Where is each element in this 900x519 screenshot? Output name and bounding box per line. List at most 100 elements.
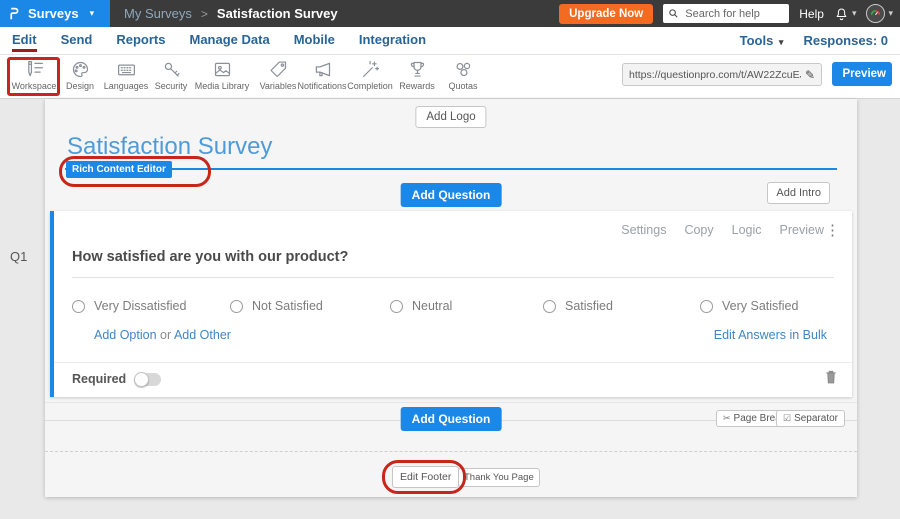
add-option-link[interactable]: Add Option xyxy=(94,328,157,342)
edit-answers-in-bulk-link[interactable]: Edit Answers in Bulk xyxy=(714,328,827,342)
add-other-link[interactable]: Add Other xyxy=(174,328,231,342)
title-divider xyxy=(65,168,837,170)
question-more-menu-icon[interactable]: ⋮ xyxy=(821,221,844,239)
answer-option: Not Satisfied xyxy=(230,299,323,313)
menu-bar-right: Tools ▾ Responses: 0 xyxy=(740,33,888,48)
chevron-down-icon: ▾ xyxy=(852,9,857,18)
radio-icon[interactable] xyxy=(72,300,85,313)
question-footer-divider xyxy=(54,362,852,363)
help-link[interactable]: Help xyxy=(799,7,824,21)
chevron-down-icon: ▾ xyxy=(888,9,893,18)
radio-icon[interactable] xyxy=(700,300,713,313)
active-tab-indicator xyxy=(12,49,37,52)
gauge-avatar-icon xyxy=(869,7,882,20)
answer-option: Very Satisfied xyxy=(700,299,798,313)
question-text-underline xyxy=(72,277,834,278)
eye-icon xyxy=(838,69,839,79)
tab-integration[interactable]: Integration xyxy=(359,28,426,53)
answer-option-label[interactable]: Very Dissatisfied xyxy=(94,299,186,313)
edit-footer-button[interactable]: Edit Footer xyxy=(392,466,459,488)
question-logic-button[interactable]: Logic xyxy=(732,223,762,237)
questionpro-survey-editor: Surveys ▾ My Surveys > Satisfaction Surv… xyxy=(0,0,900,519)
survey-title[interactable]: Satisfaction Survey xyxy=(67,133,272,161)
radio-icon[interactable] xyxy=(543,300,556,313)
brand-label: Surveys xyxy=(28,6,79,21)
required-row: Required xyxy=(72,372,161,386)
question-settings-button[interactable]: Settings xyxy=(621,223,666,237)
key-icon xyxy=(161,59,182,80)
tab-edit[interactable]: Edit xyxy=(12,28,37,53)
answer-option-label[interactable]: Satisfied xyxy=(565,299,613,313)
required-label: Required xyxy=(72,372,126,386)
tab-manage-data[interactable]: Manage Data xyxy=(189,28,269,53)
responses-count[interactable]: Responses: 0 xyxy=(803,33,888,48)
question-copy-button[interactable]: Copy xyxy=(684,223,713,237)
help-search-input[interactable] xyxy=(683,7,784,21)
chevron-down-icon: ▾ xyxy=(779,37,784,47)
tab-reports[interactable]: Reports xyxy=(116,28,165,53)
footer-dashed-divider xyxy=(45,451,857,452)
help-search-box[interactable] xyxy=(663,4,789,23)
or-text: or xyxy=(160,328,171,342)
product-switcher[interactable]: Surveys ▾ xyxy=(0,0,110,27)
toggle-knob xyxy=(134,372,149,387)
search-icon xyxy=(668,8,679,19)
scissors-icon: ✂ xyxy=(723,413,731,424)
separator-button[interactable]: ☑ Separator xyxy=(776,410,845,427)
questionpro-logo-icon xyxy=(8,5,21,22)
magic-wand-icon xyxy=(360,59,381,80)
survey-url-field[interactable]: https://questionpro.com/t/AW22ZcuEJ ✎ xyxy=(622,63,822,86)
answer-option-label[interactable]: Neutral xyxy=(412,299,452,313)
answer-option: Very Dissatisfied xyxy=(72,299,186,313)
add-question-button-top[interactable]: Add Question xyxy=(401,183,502,207)
add-logo-button[interactable]: Add Logo xyxy=(415,106,486,128)
add-intro-button[interactable]: Add Intro xyxy=(767,182,830,204)
chain-icon xyxy=(453,59,474,80)
preview-button-label: Preview xyxy=(843,68,886,80)
checkbox-icon: ☑ xyxy=(783,413,791,424)
thank-you-page-button[interactable]: Thank You Page xyxy=(458,468,540,487)
breadcrumb-my-surveys[interactable]: My Surveys xyxy=(124,6,192,21)
image-icon xyxy=(212,59,233,80)
rich-content-editor-tooltip[interactable]: Rich Content Editor xyxy=(66,161,172,178)
toolbar-item-quotas[interactable]: Quotas xyxy=(425,59,501,91)
answer-option-label[interactable]: Very Satisfied xyxy=(722,299,798,313)
section-divider xyxy=(45,402,857,403)
radio-icon[interactable] xyxy=(230,300,243,313)
editor-toolbar: Workspace Design Languages Security xyxy=(0,55,900,99)
preview-button[interactable]: Preview xyxy=(832,62,892,86)
tools-menu[interactable]: Tools ▾ xyxy=(740,33,784,48)
tab-mobile[interactable]: Mobile xyxy=(294,28,335,53)
add-option-row: Add Option or Add Other xyxy=(94,328,231,342)
top-bar-right: Upgrade Now Help ▾ xyxy=(559,4,900,24)
separator-label: Separator xyxy=(794,413,838,424)
delete-question-button[interactable] xyxy=(824,369,838,390)
answer-option-label[interactable]: Not Satisfied xyxy=(252,299,323,313)
account-menu[interactable]: ▾ xyxy=(866,4,893,23)
avatar xyxy=(866,4,885,23)
breadcrumb-separator: > xyxy=(201,7,208,21)
chevron-down-icon: ▾ xyxy=(90,9,95,18)
question-text[interactable]: How satisfied are you with our product? xyxy=(72,249,348,265)
required-toggle[interactable] xyxy=(134,373,161,386)
question-preview-button[interactable]: Preview xyxy=(780,223,824,237)
megaphone-icon xyxy=(312,59,333,80)
question-number: Q1 xyxy=(10,249,27,264)
add-question-button-bottom[interactable]: Add Question xyxy=(401,407,502,431)
radio-icon[interactable] xyxy=(390,300,403,313)
edit-url-icon[interactable]: ✎ xyxy=(805,68,815,82)
breadcrumb-current-survey: Satisfaction Survey xyxy=(217,6,338,21)
upgrade-now-button[interactable]: Upgrade Now xyxy=(559,4,653,24)
trash-icon xyxy=(824,369,838,385)
breadcrumb: My Surveys > Satisfaction Survey xyxy=(124,6,338,21)
tab-send[interactable]: Send xyxy=(61,28,93,53)
survey-url-value: https://questionpro.com/t/AW22ZcuEJ xyxy=(629,69,801,81)
toolbar-item-label: Quotas xyxy=(425,81,501,91)
notifications-menu[interactable]: ▾ xyxy=(834,6,857,22)
answer-option: Satisfied xyxy=(543,299,613,313)
question-actions: Settings Copy Logic Preview xyxy=(621,223,824,237)
survey-canvas: Add Logo Satisfaction Survey Rich Conten… xyxy=(45,99,857,497)
tab-edit-label: Edit xyxy=(12,32,37,47)
survey-menu-bar: Edit Send Reports Manage Data Mobile Int… xyxy=(0,27,900,55)
answer-option: Neutral xyxy=(390,299,452,313)
